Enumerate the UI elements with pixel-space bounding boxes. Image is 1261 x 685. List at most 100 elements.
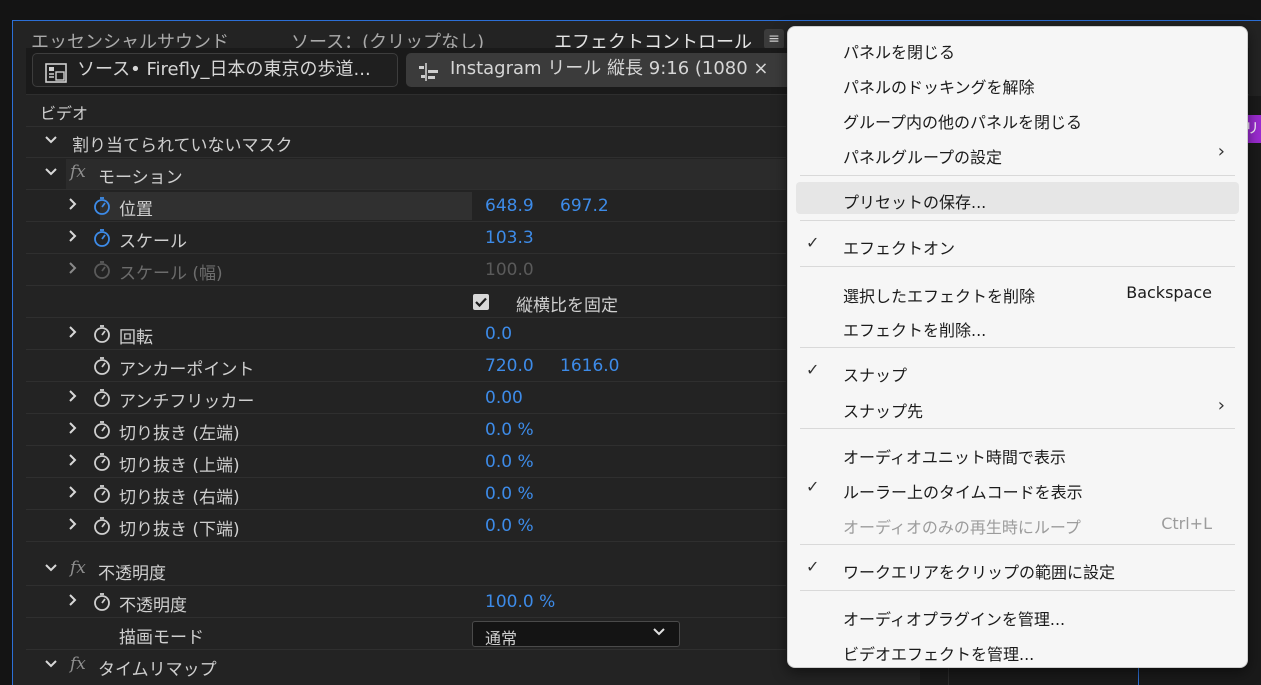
menu-item-manage-audio-plugins[interactable]: オーディオプラグインを管理...	[788, 599, 1247, 631]
shortcut-label: Ctrl+L	[1161, 514, 1212, 533]
scale-label: スケール	[119, 232, 187, 252]
menu-item-effects-on[interactable]: ✓ エフェクトオン	[788, 228, 1247, 260]
menu-item-undock-panel[interactable]: パネルのドッキングを解除	[788, 67, 1247, 99]
menu-item-set-work-area[interactable]: ✓ ワークエリアをクリップの範囲に設定	[788, 552, 1247, 584]
crop-bottom-row[interactable]: 切り抜き (下端) 0.0 %	[26, 511, 786, 542]
stopwatch-active-icon[interactable]	[92, 196, 112, 220]
menu-item-label: エフェクトオン	[843, 239, 956, 258]
menu-item-label: プリセットの保存...	[843, 193, 987, 212]
submenu-arrow-icon: ›	[1217, 395, 1225, 416]
menu-separator	[800, 347, 1235, 348]
uniform-scale-checkbox[interactable]	[473, 294, 489, 310]
antiflicker-row[interactable]: アンチフリッカー 0.00	[26, 383, 786, 414]
stopwatch-icon	[92, 260, 112, 284]
chevron-right-icon[interactable]	[66, 197, 80, 215]
chevron-right-icon[interactable]	[66, 421, 80, 439]
source-clip-button[interactable]: ソース• Firefly_日本の東京の歩道...	[32, 53, 398, 87]
stopwatch-icon[interactable]	[92, 388, 112, 412]
video-section-label: ビデオ	[40, 104, 89, 123]
chevron-down-icon[interactable]	[44, 657, 58, 675]
app-left-strip	[0, 20, 12, 685]
anchor-y-value[interactable]: 1616.0	[560, 356, 619, 376]
chevron-right-icon[interactable]	[66, 517, 80, 535]
menu-item-label: グループ内の他のパネルを閉じる	[843, 113, 1083, 132]
chevron-right-icon[interactable]	[66, 453, 80, 471]
opacity-group-row[interactable]: fx 不透明度	[26, 555, 786, 586]
uniform-scale-row[interactable]: 縦横比を固定	[26, 287, 786, 318]
blend-mode-row[interactable]: 描画モード 通常	[26, 619, 786, 650]
menu-item-delete-selected-effect[interactable]: 選択したエフェクトを削除 Backspace	[788, 276, 1247, 308]
stopwatch-active-icon[interactable]	[92, 228, 112, 252]
stopwatch-icon[interactable]	[92, 452, 112, 476]
chevron-down-icon[interactable]	[44, 133, 58, 151]
stopwatch-icon[interactable]	[92, 420, 112, 444]
rotation-label: 回転	[119, 328, 153, 348]
menu-item-close-other-panels[interactable]: グループ内の他のパネルを閉じる	[788, 102, 1247, 134]
crop-left-label: 切り抜き (左端)	[119, 424, 240, 444]
sequence-clip-button[interactable]: Instagram リール 縦長 9:16 (1080 ×	[406, 53, 826, 87]
fx-icon[interactable]: fx	[70, 162, 86, 182]
blend-mode-select[interactable]: 通常	[472, 621, 680, 648]
mask-row[interactable]: 割り当てられていないマスク	[26, 127, 786, 158]
crop-right-value[interactable]: 0.0 %	[485, 484, 534, 504]
clip-icon	[45, 62, 67, 86]
menu-separator	[800, 220, 1235, 221]
menu-item-snap-to[interactable]: スナップ先 ›	[788, 391, 1247, 423]
motion-row[interactable]: fx モーション	[26, 159, 786, 190]
rotation-row[interactable]: 回転 0.0	[26, 319, 786, 350]
rotation-value[interactable]: 0.0	[485, 324, 512, 344]
fx-icon[interactable]: fx	[70, 654, 86, 674]
crop-left-value[interactable]: 0.0 %	[485, 420, 534, 440]
stopwatch-icon[interactable]	[92, 516, 112, 540]
menu-item-snap[interactable]: ✓ スナップ	[788, 355, 1247, 387]
anchor-point-row[interactable]: アンカーポイント 720.0 1616.0	[26, 351, 786, 382]
scale-width-row: スケール (幅) 100.0	[26, 255, 786, 286]
menu-separator	[800, 590, 1235, 591]
opacity-row[interactable]: 不透明度 100.0 %	[26, 587, 786, 618]
stopwatch-icon[interactable]	[92, 592, 112, 616]
crop-right-row[interactable]: 切り抜き (右端) 0.0 %	[26, 479, 786, 510]
crop-bottom-value[interactable]: 0.0 %	[485, 516, 534, 536]
menu-item-delete-effects[interactable]: エフェクトを削除...	[788, 310, 1247, 342]
antiflicker-value[interactable]: 0.00	[485, 388, 523, 408]
fx-icon[interactable]: fx	[70, 558, 86, 578]
crop-bottom-label: 切り抜き (下端)	[119, 520, 240, 540]
position-x-value[interactable]: 648.9	[485, 196, 534, 216]
position-row[interactable]: 位置 648.9 697.2	[26, 191, 786, 222]
menu-item-label: オーディオのみの再生時にループ	[843, 518, 1081, 537]
opacity-value[interactable]: 100.0 %	[485, 592, 555, 612]
stopwatch-icon[interactable]	[92, 484, 112, 508]
chevron-right-icon[interactable]	[66, 261, 80, 279]
scale-width-label: スケール (幅)	[119, 264, 223, 284]
video-header-row: ビデオ	[26, 96, 786, 127]
chevron-right-icon[interactable]	[66, 325, 80, 343]
chevron-right-icon[interactable]	[66, 389, 80, 407]
chevron-right-icon[interactable]	[66, 485, 80, 503]
scale-row[interactable]: スケール 103.3	[26, 223, 786, 254]
chevron-right-icon[interactable]	[66, 593, 80, 611]
menu-item-label: 選択したエフェクトを削除	[843, 287, 1036, 306]
menu-item-show-audio-time-units[interactable]: オーディオユニット時間で表示	[788, 437, 1247, 469]
menu-item-close-panel[interactable]: パネルを閉じる	[788, 32, 1247, 64]
menu-item-label: スナップ先	[843, 402, 924, 421]
position-y-value[interactable]: 697.2	[560, 196, 609, 216]
chevron-down-icon[interactable]	[44, 165, 58, 183]
anchor-x-value[interactable]: 720.0	[485, 356, 534, 376]
menu-item-save-preset[interactable]: プリセットの保存...	[796, 182, 1239, 214]
hamburger-icon[interactable]: ≡	[764, 29, 784, 49]
time-remap-row[interactable]: fx タイムリマップ	[26, 651, 786, 682]
menu-item-manage-video-effects[interactable]: ビデオエフェクトを管理...	[788, 634, 1247, 666]
stopwatch-icon[interactable]	[92, 324, 112, 348]
menu-item-panel-group-settings[interactable]: パネルグループの設定 ›	[788, 137, 1247, 169]
menu-item-show-timecode-on-ruler[interactable]: ✓ ルーラー上のタイムコードを表示	[788, 472, 1247, 504]
position-label: 位置	[119, 200, 153, 220]
crop-top-value[interactable]: 0.0 %	[485, 452, 534, 472]
chevron-right-icon[interactable]	[66, 229, 80, 247]
panel-context-menu: パネルを閉じる パネルのドッキングを解除 グループ内の他のパネルを閉じる パネル…	[787, 26, 1248, 668]
scale-value[interactable]: 103.3	[485, 228, 534, 248]
chevron-down-icon[interactable]	[44, 561, 58, 579]
crop-top-row[interactable]: 切り抜き (上端) 0.0 %	[26, 447, 786, 478]
crop-left-row[interactable]: 切り抜き (左端) 0.0 %	[26, 415, 786, 446]
stopwatch-icon[interactable]	[92, 356, 112, 380]
source-clip-label: ソース• Firefly_日本の東京の歩道...	[77, 59, 371, 80]
